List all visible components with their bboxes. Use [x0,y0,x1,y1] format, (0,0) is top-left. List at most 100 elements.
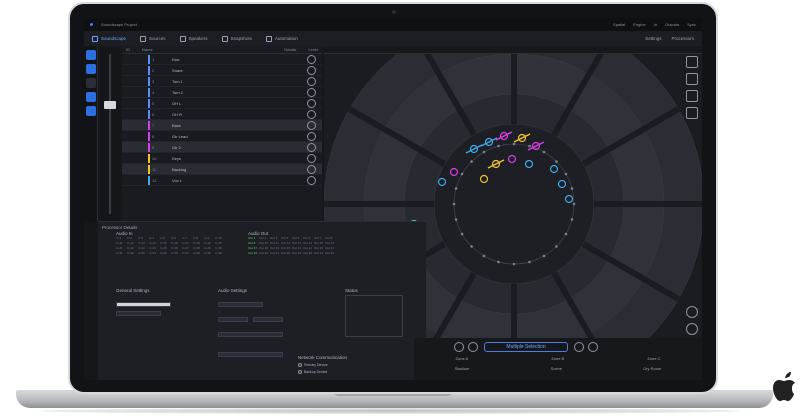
input-cell[interactable]: In 28 [193,246,203,250]
output-cell[interactable]: Out 10 [259,241,269,245]
output-cell[interactable]: Out 3 [270,236,280,240]
rail-mixer-icon[interactable] [86,92,96,102]
output-cell[interactable]: Out 18 [259,246,269,250]
input-cell[interactable]: In 17 [182,241,192,245]
rail-device-icon[interactable] [86,106,96,116]
input-cell[interactable]: In 37 [182,251,192,255]
delay-slider[interactable] [218,352,283,357]
output-cell[interactable]: Out 32 [325,251,335,255]
level-knob-icon[interactable] [307,176,316,185]
input-cell[interactable]: In 5 [160,236,170,240]
input-cell[interactable]: In 16 [171,241,181,245]
tab-sources[interactable]: Sources [140,35,166,42]
settings-button[interactable]: Settings [645,36,661,41]
input-cell[interactable]: In 38 [193,251,203,255]
input-cell[interactable]: In 29 [204,246,214,250]
input-cell[interactable]: In 1 [116,236,126,240]
output-cell[interactable]: Out 8 [325,236,335,240]
radio-backup[interactable]: Backup Device [298,370,327,374]
level-knob-icon[interactable] [307,143,316,152]
object-row[interactable]: 9 Gtr 2 [122,142,322,153]
object-row[interactable]: 4 Tom 2 [122,87,322,98]
input-cell[interactable]: In 11 [116,241,126,245]
level-knob-icon[interactable] [307,110,316,119]
rail-record-icon[interactable] [86,78,96,88]
buffer-field[interactable] [218,317,248,322]
output-cell[interactable]: Out 9 [248,241,258,245]
input-cell[interactable]: In 30 [215,246,225,250]
layout-icon[interactable] [686,56,698,68]
level-knob-icon[interactable] [307,132,316,141]
processors-button[interactable]: Processors [671,36,694,41]
output-cell[interactable]: Out 27 [270,251,280,255]
input-cell[interactable]: In 26 [171,246,181,250]
forward-icon[interactable] [588,342,598,352]
output-cell[interactable]: Out 1 [248,236,258,240]
rail-view-icon[interactable] [86,50,96,60]
zone-a-value[interactable]: Stadium [455,366,470,371]
output-cell[interactable]: Out 4 [281,236,291,240]
input-cell[interactable]: In 21 [116,246,126,250]
output-cell[interactable]: Out 23 [314,246,324,250]
gain-slider[interactable] [218,332,283,337]
tab-snapshots[interactable]: Snapshots [221,35,252,42]
input-cell[interactable]: In 6 [171,236,181,240]
output-cell[interactable]: Out 29 [292,251,302,255]
output-cell[interactable]: Out 24 [325,246,335,250]
fader-knob[interactable] [104,101,116,109]
latency-field[interactable] [253,317,283,322]
next-icon[interactable] [574,342,584,352]
input-cell[interactable]: In 39 [204,251,214,255]
fit-icon[interactable] [686,73,698,85]
input-cell[interactable]: In 36 [171,251,181,255]
output-cell[interactable]: Out 11 [270,241,280,245]
output-cell[interactable]: Out 31 [314,251,324,255]
level-knob-icon[interactable] [307,77,316,86]
input-cell[interactable]: In 24 [149,246,159,250]
selection-label[interactable]: Multiple Selection [484,342,568,352]
input-cell[interactable]: In 32 [127,251,137,255]
output-cell[interactable]: Out 13 [292,241,302,245]
zoom-out-icon[interactable] [686,107,698,119]
input-cell[interactable]: In 9 [204,236,214,240]
rail-list-icon[interactable] [86,64,96,74]
input-cell[interactable]: In 22 [127,246,137,250]
object-row[interactable]: 11 Backing [122,164,322,175]
object-row[interactable]: 3 Tom 1 [122,76,322,87]
output-cell[interactable]: Out 20 [281,246,291,250]
level-knob-icon[interactable] [307,154,316,163]
output-cell[interactable]: Out 15 [314,241,324,245]
input-cell[interactable]: In 35 [160,251,170,255]
input-cell[interactable]: In 13 [138,241,148,245]
output-cell[interactable]: Out 21 [292,246,302,250]
input-cell[interactable]: In 15 [160,241,170,245]
input-cell[interactable]: In 10 [215,236,225,240]
input-cell[interactable]: In 34 [149,251,159,255]
tab-speakers[interactable]: Speakers [179,35,208,42]
input-cell[interactable]: In 14 [149,241,159,245]
object-row[interactable]: 12 Vox L [122,175,322,186]
input-cell[interactable]: In 33 [138,251,148,255]
output-cell[interactable]: Out 6 [303,236,313,240]
input-cell[interactable]: In 23 [138,246,148,250]
zone-c-value[interactable]: Dry Room [643,366,661,371]
input-cell[interactable]: In 18 [193,241,203,245]
level-knob-icon[interactable] [307,121,316,130]
output-cell[interactable]: Out 22 [303,246,313,250]
master-fader[interactable] [100,46,120,221]
output-cell[interactable]: Out 7 [314,236,324,240]
output-cell[interactable]: Out 28 [281,251,291,255]
output-cell[interactable]: Out 12 [281,241,291,245]
view-icon[interactable] [468,342,478,352]
sample-rate-field[interactable] [218,302,263,307]
object-row[interactable]: 5 OH L [122,98,322,109]
object-row[interactable]: 1 Kick [122,54,322,65]
radio-primary[interactable]: Primary Device [298,363,328,367]
output-cell[interactable]: Out 19 [270,246,280,250]
output-cell[interactable]: Out 16 [325,241,335,245]
level-knob-icon[interactable] [307,66,316,75]
input-cell[interactable]: In 12 [127,241,137,245]
level-knob-icon[interactable] [307,165,316,174]
zone-b-value[interactable]: Scene [551,366,562,371]
object-row[interactable]: 10 Keys [122,153,322,164]
